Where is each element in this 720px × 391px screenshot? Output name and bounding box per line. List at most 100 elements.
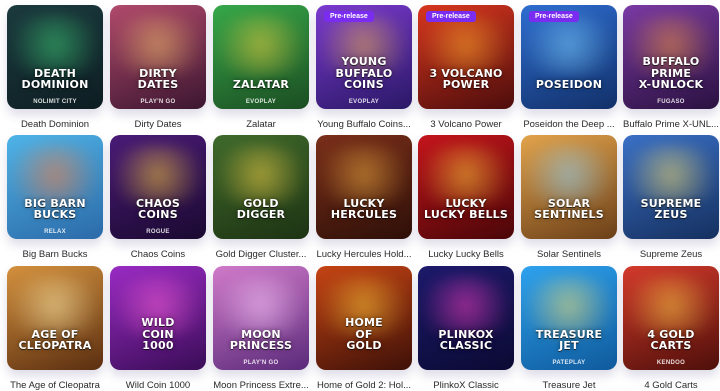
thumbnail-art	[7, 276, 103, 336]
thumbnail-art	[521, 15, 617, 75]
game-tile[interactable]: Pre-release Young Buffalo Coins Evoplay You…	[316, 5, 412, 130]
game-title[interactable]: Home of Gold 2: Hol...	[312, 380, 416, 391]
game-title[interactable]: Buffalo Prime X-UNL...	[619, 119, 720, 130]
game-tile[interactable]: Solar Sentinels Solar Sentinels	[521, 135, 617, 260]
game-title[interactable]: Young Buffalo Coins...	[312, 119, 416, 130]
game-logo: Moon Princess	[229, 327, 293, 353]
game-thumbnail[interactable]: Wild Coin 1000	[110, 266, 206, 370]
game-logo: Age of Cleopatra	[18, 327, 92, 353]
game-title[interactable]: Gold Digger Cluster...	[209, 249, 313, 260]
game-title[interactable]: Zalatar	[209, 119, 313, 130]
game-thumbnail[interactable]: 4 Gold Carts Kendoo	[623, 266, 719, 370]
game-logo: Buffalo Prime X-Unlock	[638, 55, 704, 92]
game-tile[interactable]: Home of Gold Home of Gold 2: Hol...	[316, 266, 412, 391]
game-tile[interactable]: Lucky Lucky Bells Lucky Lucky Bells	[418, 135, 514, 260]
game-title[interactable]: PlinkoX Classic	[414, 380, 518, 391]
game-tile[interactable]: PlinkoX Classic PlinkoX Classic	[418, 266, 514, 391]
game-thumbnail[interactable]: Pre-release Young Buffalo Coins Evoplay	[316, 5, 412, 109]
game-tile[interactable]: Age of Cleopatra The Age of Cleopatra	[7, 266, 103, 391]
provider-logo: Evoplay	[348, 99, 380, 105]
game-title[interactable]: Chaos Coins	[106, 249, 210, 260]
game-thumbnail[interactable]: Solar Sentinels	[521, 135, 617, 239]
game-logo: Big Barn Bucks	[24, 196, 86, 222]
pre-release-badge: Pre-release	[324, 11, 374, 22]
thumbnail-art	[213, 15, 309, 75]
game-logo: Young Buffalo Coins	[335, 55, 393, 92]
game-thumbnail[interactable]: Supreme Zeus	[623, 135, 719, 239]
provider-logo: Evoplay	[245, 99, 277, 105]
game-thumbnail[interactable]: Treasure Jet Pateplay	[521, 266, 617, 370]
game-tile[interactable]: Pre-release Poseidon Poseidon the Deep ...	[521, 5, 617, 130]
game-logo: Chaos Coins	[135, 196, 181, 222]
provider-logo: Play'n GO	[243, 360, 279, 366]
games-grid: Death Dominion Nolimit City Death Dominion…	[0, 0, 720, 391]
game-title[interactable]: Lucky Hercules Hold...	[312, 249, 416, 260]
game-thumbnail[interactable]: Age of Cleopatra	[7, 266, 103, 370]
provider-logo: Nolimit City	[33, 99, 77, 105]
game-logo: Treasure Jet	[535, 327, 603, 353]
game-tile[interactable]: Death Dominion Nolimit City Death Dominion	[7, 5, 103, 130]
thumbnail-art	[7, 15, 103, 75]
game-tile[interactable]: Chaos Coins Rogue Chaos Coins	[110, 135, 206, 260]
thumbnail-art	[418, 15, 514, 75]
thumbnail-art	[418, 276, 514, 336]
thumbnail-art	[316, 145, 412, 205]
game-title[interactable]: Solar Sentinels	[517, 249, 621, 260]
game-logo: Dirty Dates	[137, 66, 179, 92]
game-title[interactable]: Moon Princess Extre...	[209, 380, 313, 391]
game-title[interactable]: The Age of Cleopatra	[3, 380, 107, 391]
game-title[interactable]: Supreme Zeus	[619, 249, 720, 260]
provider-logo: Rogue	[146, 229, 170, 235]
game-thumbnail[interactable]: Chaos Coins Rogue	[110, 135, 206, 239]
game-thumbnail[interactable]: Moon Princess Play'n GO	[213, 266, 309, 370]
game-title[interactable]: Big Barn Bucks	[3, 249, 107, 260]
game-thumbnail[interactable]: Death Dominion Nolimit City	[7, 5, 103, 109]
game-thumbnail[interactable]: Pre-release Poseidon	[521, 5, 617, 109]
thumbnail-art	[521, 145, 617, 205]
game-logo: 4 Gold Carts	[647, 327, 695, 353]
game-tile[interactable]: Zalatar Evoplay Zalatar	[213, 5, 309, 130]
game-logo: Supreme Zeus	[640, 196, 702, 222]
game-tile[interactable]: 4 Gold Carts Kendoo 4 Gold Carts	[623, 266, 719, 391]
game-logo: Gold Digger	[236, 196, 286, 222]
provider-logo: Play'n GO	[140, 99, 176, 105]
game-thumbnail[interactable]: Gold Digger	[213, 135, 309, 239]
game-tile[interactable]: Lucky Hercules Lucky Hercules Hold...	[316, 135, 412, 260]
game-tile[interactable]: Wild Coin 1000 Wild Coin 1000	[110, 266, 206, 391]
game-title[interactable]: Wild Coin 1000	[106, 380, 210, 391]
game-title[interactable]: Death Dominion	[3, 119, 107, 130]
thumbnail-art	[213, 145, 309, 205]
game-thumbnail[interactable]: Big Barn Bucks Relax	[7, 135, 103, 239]
pre-release-badge: Pre-release	[426, 11, 476, 22]
thumbnail-art	[7, 145, 103, 205]
game-logo: Poseidon	[535, 78, 603, 92]
game-thumbnail[interactable]: Zalatar Evoplay	[213, 5, 309, 109]
game-tile[interactable]: Supreme Zeus Supreme Zeus	[623, 135, 719, 260]
thumbnail-art	[110, 15, 206, 75]
provider-logo: Pateplay	[552, 360, 586, 366]
game-tile[interactable]: Buffalo Prime X-Unlock Fugaso Buffalo Prim…	[623, 5, 719, 130]
game-thumbnail[interactable]: Lucky Hercules	[316, 135, 412, 239]
game-tile[interactable]: Pre-release 3 Volcano Power 3 Volcano Powe…	[418, 5, 514, 130]
game-thumbnail[interactable]: Pre-release 3 Volcano Power	[418, 5, 514, 109]
game-tile[interactable]: Dirty Dates Play'n GO Dirty Dates	[110, 5, 206, 130]
thumbnail-art	[213, 276, 309, 336]
game-title[interactable]: 4 Gold Carts	[619, 380, 720, 391]
game-logo: Wild Coin 1000	[141, 316, 175, 353]
game-thumbnail[interactable]: PlinkoX Classic	[418, 266, 514, 370]
game-thumbnail[interactable]: Lucky Lucky Bells	[418, 135, 514, 239]
game-tile[interactable]: Big Barn Bucks Relax Big Barn Bucks	[7, 135, 103, 260]
game-thumbnail[interactable]: Home of Gold	[316, 266, 412, 370]
game-title[interactable]: Poseidon the Deep ...	[517, 119, 621, 130]
game-tile[interactable]: Treasure Jet Pateplay Treasure Jet	[521, 266, 617, 391]
game-thumbnail[interactable]: Dirty Dates Play'n GO	[110, 5, 206, 109]
game-title[interactable]: Treasure Jet	[517, 380, 621, 391]
game-tile[interactable]: Moon Princess Play'n GO Moon Princess Extr…	[213, 266, 309, 391]
provider-logo: Fugaso	[657, 99, 685, 105]
game-tile[interactable]: Gold Digger Gold Digger Cluster...	[213, 135, 309, 260]
game-thumbnail[interactable]: Buffalo Prime X-Unlock Fugaso	[623, 5, 719, 109]
game-title[interactable]: Lucky Lucky Bells	[414, 249, 518, 260]
game-title[interactable]: Dirty Dates	[106, 119, 210, 130]
game-title[interactable]: 3 Volcano Power	[414, 119, 518, 130]
game-logo: Zalatar	[232, 78, 290, 92]
